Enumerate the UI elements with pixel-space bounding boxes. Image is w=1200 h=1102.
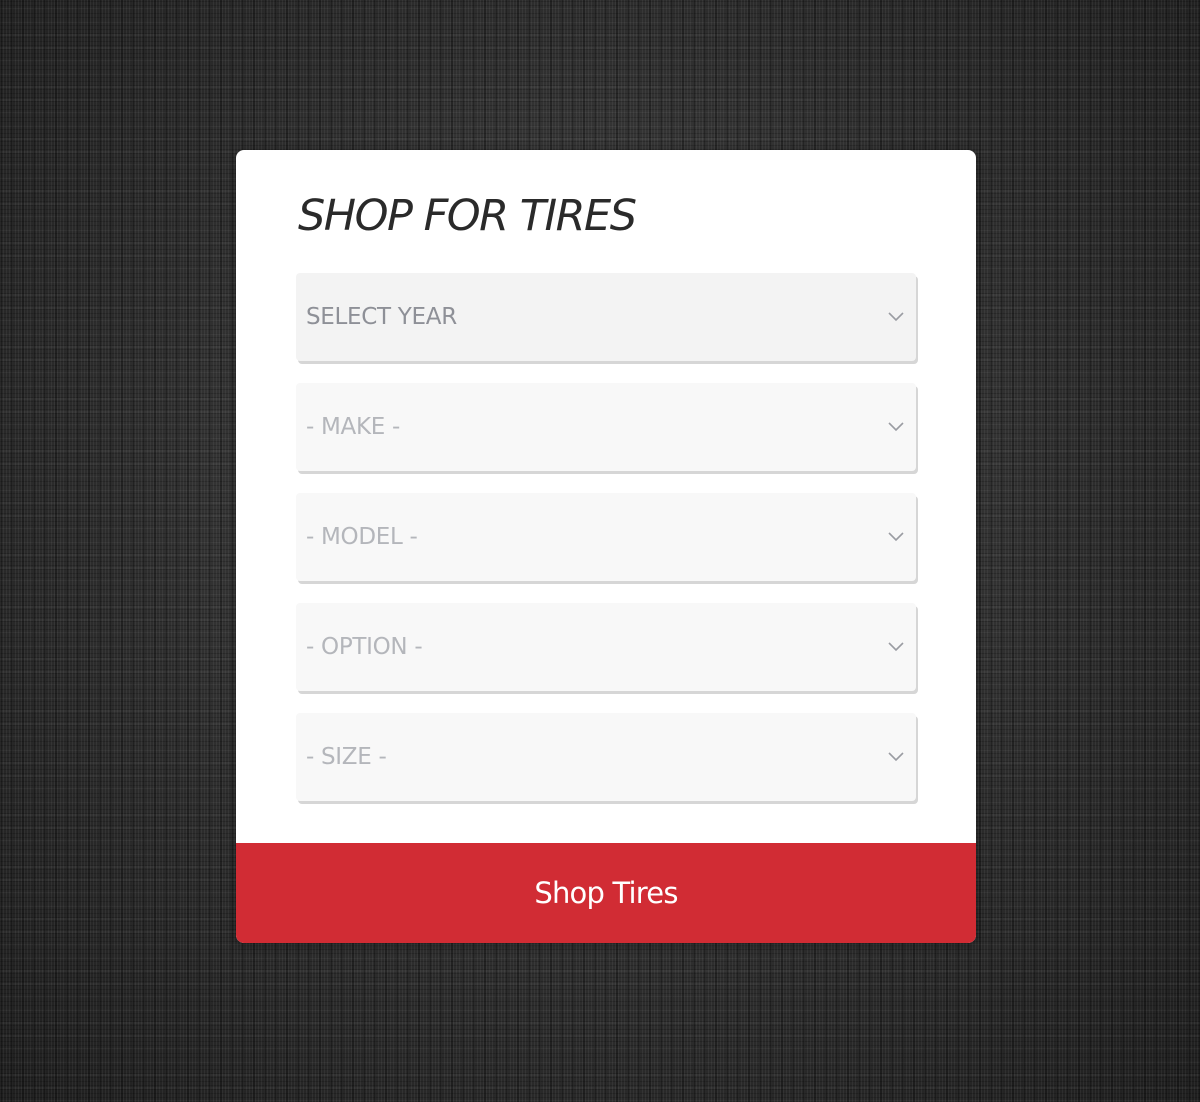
chevron-down-icon — [888, 532, 904, 542]
year-select[interactable]: SELECT YEAR — [296, 273, 916, 361]
shop-tires-button[interactable]: Shop Tires — [236, 843, 976, 943]
size-select[interactable]: - SIZE - — [296, 713, 916, 801]
chevron-down-icon — [888, 422, 904, 432]
tire-search-card: SHOP FOR TIRES SELECT YEAR - MAKE - - MO… — [236, 150, 976, 943]
option-select-label: - OPTION - — [306, 634, 423, 660]
size-select-label: - SIZE - — [306, 744, 387, 770]
chevron-down-icon — [888, 312, 904, 322]
year-select-label: SELECT YEAR — [306, 304, 457, 330]
make-select-label: - MAKE - — [306, 414, 401, 440]
model-select[interactable]: - MODEL - — [296, 493, 916, 581]
model-select-label: - MODEL - — [306, 524, 418, 550]
chevron-down-icon — [888, 642, 904, 652]
option-select[interactable]: - OPTION - — [296, 603, 916, 691]
card-title: SHOP FOR TIRES — [298, 191, 637, 241]
chevron-down-icon — [888, 752, 904, 762]
make-select[interactable]: - MAKE - — [296, 383, 916, 471]
